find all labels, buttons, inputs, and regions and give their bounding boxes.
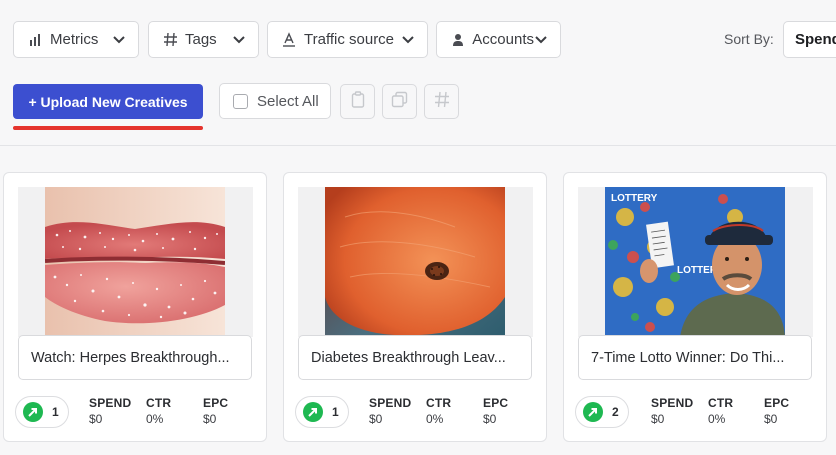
thumbnail-area <box>298 187 533 337</box>
metric-label: SPEND <box>369 396 412 410</box>
duplicate-button[interactable] <box>382 84 417 119</box>
metric-value: $0 <box>651 412 665 426</box>
accounts-filter-button[interactable]: Accounts <box>436 21 561 58</box>
thumbnail-area <box>18 187 253 337</box>
clipboard-icon <box>351 90 365 113</box>
ctr-metric: CTR 0% <box>426 396 451 426</box>
chevron-down-icon <box>112 35 126 45</box>
metric-label: EPC <box>483 396 509 410</box>
select-all-label: Select All <box>257 92 319 110</box>
epc-metric: EPC $0 <box>203 396 228 426</box>
metric-label: EPC <box>764 396 790 410</box>
tag-button[interactable] <box>424 84 459 119</box>
trend-up-icon <box>583 402 603 422</box>
metrics-filter-label: Metrics <box>50 31 99 48</box>
metric-value: $0 <box>203 412 217 426</box>
user-icon <box>449 33 466 47</box>
epc-metric: EPC $0 <box>764 396 789 426</box>
trend-up-icon <box>303 402 323 422</box>
upload-new-creatives-button[interactable]: + Upload New Creatives <box>13 84 203 119</box>
metric-value: 0% <box>426 412 444 426</box>
accounts-filter-label: Accounts <box>472 31 534 48</box>
creative-thumbnail[interactable] <box>45 187 225 337</box>
creative-title[interactable]: Watch: Herpes Breakthrough... <box>18 335 252 380</box>
trend-up-icon <box>23 402 43 422</box>
metric-value: 0% <box>146 412 164 426</box>
metric-value: 0% <box>708 412 726 426</box>
metrics-filter-button[interactable]: Metrics <box>13 21 139 58</box>
metric-value: $0 <box>89 412 103 426</box>
chevron-down-icon <box>534 35 548 45</box>
ctr-metric: CTR 0% <box>146 396 171 426</box>
metric-value: $0 <box>764 412 778 426</box>
delete-button[interactable] <box>340 84 375 119</box>
select-all-checkbox[interactable]: Select All <box>219 83 331 119</box>
tags-filter-label: Tags <box>185 31 217 48</box>
creative-card[interactable]: LOTTERY LOTTERY 7-Time Lotto Winner: Do … <box>563 172 827 442</box>
creative-card[interactable]: Diabetes Breakthrough Leav... 1 SPEND $0… <box>283 172 547 442</box>
text-underline-icon <box>280 32 298 47</box>
metric-value: $0 <box>369 412 383 426</box>
creative-thumbnail[interactable]: LOTTERY LOTTERY <box>605 187 785 337</box>
creative-count-badge: 1 <box>295 396 349 428</box>
creative-count-badge: 1 <box>15 396 69 428</box>
creative-count: 2 <box>612 405 619 419</box>
creative-count-badge: 2 <box>575 396 629 428</box>
metric-value: $0 <box>483 412 497 426</box>
metric-label: CTR <box>426 396 452 410</box>
active-underline <box>13 126 203 130</box>
bar-chart-icon <box>26 33 44 47</box>
svg-text:LOTTERY: LOTTERY <box>611 193 658 204</box>
creative-title[interactable]: Diabetes Breakthrough Leav... <box>298 335 532 380</box>
toolbar: Metrics Tags Traffic source Accounts Sor… <box>0 0 836 146</box>
creative-count: 1 <box>332 405 339 419</box>
hash-icon <box>434 91 450 113</box>
creative-card[interactable]: Watch: Herpes Breakthrough... 1 SPEND $0… <box>3 172 267 442</box>
metric-label: SPEND <box>89 396 132 410</box>
creative-thumbnail[interactable] <box>325 187 505 337</box>
metric-label: CTR <box>146 396 172 410</box>
creative-title[interactable]: 7-Time Lotto Winner: Do Thi... <box>578 335 812 380</box>
spend-metric: SPEND $0 <box>651 396 693 426</box>
metric-label: EPC <box>203 396 229 410</box>
chevron-down-icon <box>401 35 415 45</box>
epc-metric: EPC $0 <box>483 396 508 426</box>
chevron-down-icon <box>232 35 246 45</box>
sort-by-label: Sort By: <box>724 31 774 47</box>
metric-label: SPEND <box>651 396 694 410</box>
spend-metric: SPEND $0 <box>369 396 411 426</box>
metric-label: CTR <box>708 396 734 410</box>
tags-filter-button[interactable]: Tags <box>148 21 259 58</box>
spend-metric: SPEND $0 <box>89 396 131 426</box>
traffic-source-filter-label: Traffic source <box>304 31 395 48</box>
sort-by-select[interactable]: Spend <box>783 21 836 58</box>
copy-icon <box>391 91 408 113</box>
ctr-metric: CTR 0% <box>708 396 733 426</box>
traffic-source-filter-button[interactable]: Traffic source <box>267 21 428 58</box>
checkbox-box[interactable] <box>233 93 248 109</box>
thumbnail-area: LOTTERY LOTTERY <box>578 187 813 337</box>
hash-icon <box>161 32 179 47</box>
creative-count: 1 <box>52 405 59 419</box>
